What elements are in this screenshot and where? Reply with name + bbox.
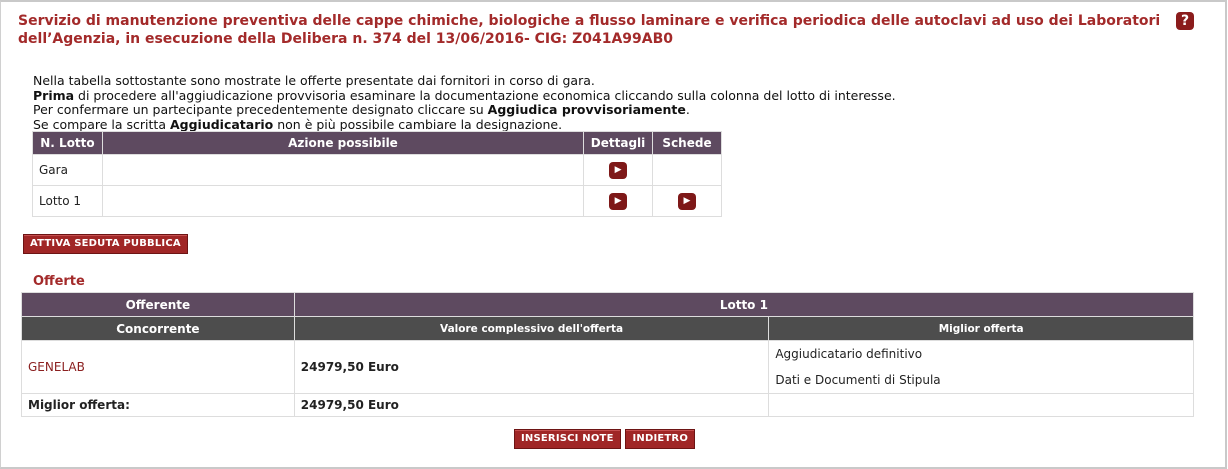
miglior-offerta-cell: Aggiudicatario definitivo Dati e Documen… [768, 340, 1194, 394]
bottom-button-bar: INSERISCI NOTE INDIETRO [514, 429, 696, 449]
dettagli-cell: ▶ [583, 154, 654, 186]
intro-text: Nella tabella sottostante sono mostrate … [33, 73, 896, 133]
dettagli-arrow-icon[interactable]: ▶ [609, 192, 628, 210]
col-header-valore: Valore complessivo dell'offerta [293, 316, 770, 341]
dettagli-arrow-icon[interactable]: ▶ [609, 161, 628, 179]
footer-label: Miglior offerta: [21, 393, 295, 417]
intro-line-3-bold: Aggiudica provvisoriamente [487, 102, 686, 117]
footer-valore: 24979,50 Euro [293, 393, 770, 417]
col-header-lotto-1: Lotto 1 [293, 292, 1195, 317]
intro-line-2-bold: Prima [33, 87, 75, 103]
lotto-cell: Lotto 1 [32, 185, 103, 217]
azione-cell [101, 154, 585, 186]
dettagli-cell: ▶ [583, 185, 654, 217]
attiva-seduta-pubblica-button[interactable]: ATTIVA SEDUTA PUBBLICA [23, 234, 188, 254]
help-icon[interactable]: ? [1176, 12, 1194, 30]
indietro-button[interactable]: INDIETRO [625, 429, 696, 449]
col-header-schede: Schede [652, 131, 722, 155]
col-header-concorrente: Concorrente [21, 316, 295, 341]
col-header-azione: Azione possibile [101, 131, 585, 155]
schede-cell: ▶ [652, 185, 722, 217]
table-row: Lotto 1 ▶ ▶ [32, 185, 722, 217]
intro-line-3-post: . [685, 102, 690, 117]
azione-cell [101, 185, 585, 217]
page-title: Servizio di manutenzione preventiva dell… [18, 13, 1161, 47]
concorrente-link[interactable]: GENELAB [21, 340, 295, 394]
intro-line-4-bold: Aggiudicatario [169, 116, 274, 132]
offerte-title: Offerte [33, 274, 85, 289]
col-header-offerente: Offerente [21, 292, 295, 317]
intro-line-4: Se compare la scritta Aggiudicatario non… [33, 116, 896, 133]
aggiudicatario-status: Aggiudicatario definitivo [775, 347, 923, 361]
table-row: Gara ▶ [32, 154, 722, 186]
offers-table: Offerente Lotto 1 Concorrente Valore com… [21, 292, 1195, 417]
col-header-n-lotto: N. Lotto [32, 131, 103, 155]
intro-line-3: Per confermare un partecipante precedent… [33, 102, 896, 118]
intro-line-3-pre: Per confermare un partecipante precedent… [33, 102, 488, 117]
offers-header-row-2: Concorrente Valore complessivo dell'offe… [21, 316, 1194, 341]
intro-line-4-post: non è più possibile cambiare la designaz… [273, 116, 563, 132]
offers-header-row-1: Offerente Lotto 1 [21, 292, 1195, 317]
footer-empty-cell [768, 393, 1194, 417]
valore-cell: 24979,50 Euro [293, 340, 770, 394]
dati-documenti-stipula-link[interactable]: Dati e Documenti di Stipula [775, 367, 1187, 393]
lots-table-header: N. Lotto Azione possibile Dettagli Sched… [32, 131, 722, 155]
col-header-dettagli: Dettagli [583, 131, 654, 155]
intro-line-2-rest: di procedere all'aggiudicazione provviso… [74, 87, 896, 103]
intro-line-2: Prima di procedere all'aggiudicazione pr… [33, 87, 896, 104]
schede-cell [652, 154, 722, 186]
schede-arrow-icon[interactable]: ▶ [678, 192, 696, 210]
col-header-miglior-offerta: Miglior offerta [768, 316, 1194, 341]
inserisci-note-button[interactable]: INSERISCI NOTE [514, 429, 621, 449]
lotto-cell: Gara [32, 154, 103, 186]
table-row: Miglior offerta: 24979,50 Euro [21, 393, 1194, 417]
intro-line-1: Nella tabella sottostante sono mostrate … [33, 73, 595, 88]
intro-line-4-pre: Se compare la scritta [33, 116, 170, 132]
lots-table: N. Lotto Azione possibile Dettagli Sched… [32, 131, 722, 217]
table-row: GENELAB 24979,50 Euro Aggiudicatario def… [21, 340, 1194, 394]
